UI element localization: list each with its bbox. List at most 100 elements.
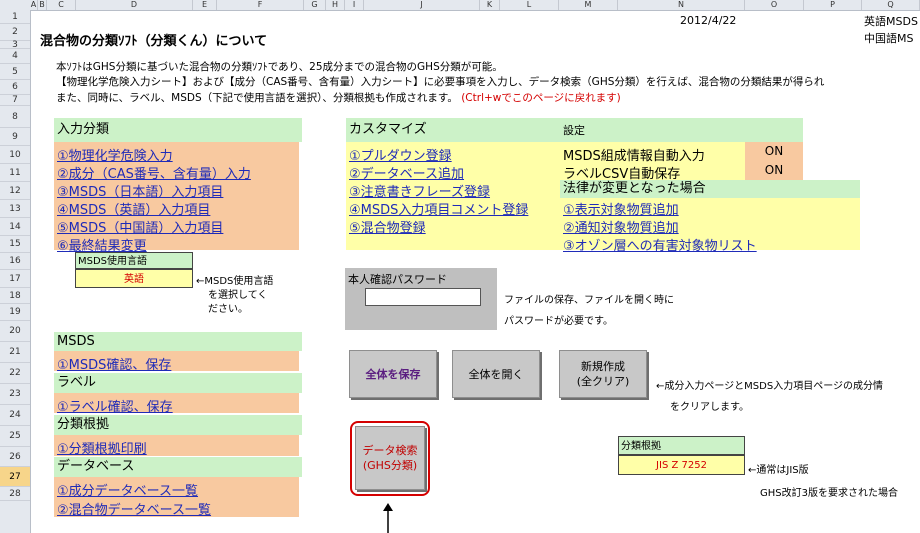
intro-line-1: 本ｿﾌﾄはGHS分類に基づいた混合物の分類ｿﾌﾄであり、25成分までの混合物のG… [56, 61, 503, 73]
data-search-line-2: (GHS分類) [362, 459, 418, 472]
link-component-input[interactable]: ②成分（CAS番号、含有量）入力 [57, 163, 251, 182]
link-mixture-register[interactable]: ⑤混合物登録 [349, 217, 426, 236]
password-label: 本人確認パスワード [348, 273, 447, 286]
settings-title-cell: 設定 [560, 118, 803, 142]
msds-section-title: MSDS [54, 332, 302, 351]
new-clear-note-2: をクリアします。 [670, 402, 749, 413]
row-header[interactable]: 22 [0, 363, 30, 384]
column-header[interactable]: J [364, 0, 480, 10]
link-component-db-list[interactable]: ①成分データベース一覧 [57, 480, 198, 499]
link-pulldown-register[interactable]: ①プルダウン登録 [349, 145, 452, 164]
row-header[interactable]: 8 [0, 106, 30, 128]
link-mixture-db-list[interactable]: ②混合物データベース一覧 [57, 499, 211, 518]
open-all-button[interactable]: 全体を開く [452, 350, 540, 398]
law-change-title: 法律が変更となった場合 [560, 180, 860, 198]
intro-line-2: 【物理化学危険入力シート】および【成分（CAS番号、含有量）入力シート】に必要事… [56, 76, 825, 88]
column-header[interactable]: D [76, 0, 193, 10]
row-header[interactable]: 27 [0, 467, 30, 487]
column-header[interactable]: L [500, 0, 559, 10]
link-msds-en-input[interactable]: ④MSDS（英語）入力項目 [57, 199, 210, 218]
basis-section-title: 分類根拠 [54, 415, 302, 435]
link-msds-confirm-save[interactable]: ①MSDS確認、保存 [57, 354, 171, 373]
row-header[interactable]: 10 [0, 146, 30, 164]
row-header[interactable]: 18 [0, 288, 30, 304]
page-title: 混合物の分類ｿﾌﾄ（分類くん）について [40, 34, 268, 49]
row-header[interactable]: 13 [0, 200, 30, 218]
column-header[interactable]: O [745, 0, 804, 10]
column-header[interactable]: M [559, 0, 618, 10]
link-physchem-input[interactable]: ①物理化学危険入力 [57, 145, 173, 164]
save-all-button[interactable]: 全体を保存 [349, 350, 437, 398]
new-clear-line-1: 新規作成 [581, 360, 625, 373]
password-panel: 本人確認パスワード [345, 268, 497, 330]
link-notify-target-add[interactable]: ②通知対象物質追加 [563, 217, 679, 236]
row-header[interactable]: 6 [0, 80, 30, 95]
row-header[interactable]: 4 [0, 49, 30, 64]
msds-language-select[interactable]: 英語 [75, 269, 193, 288]
data-search-button[interactable]: データ検索 (GHS分類) [355, 426, 425, 490]
row-header[interactable]: 26 [0, 447, 30, 467]
row-header[interactable]: 5 [0, 64, 30, 80]
column-header[interactable]: H [326, 0, 345, 10]
column-header[interactable]: Q [862, 0, 920, 10]
column-header[interactable]: K [480, 0, 500, 10]
setting-msds-composition-auto: MSDS組成情報自動入力 [563, 149, 705, 164]
column-header[interactable]: N [618, 0, 745, 10]
column-header[interactable]: C [47, 0, 76, 10]
new-clear-button[interactable]: 新規作成 (全クリア) [559, 350, 647, 398]
column-header[interactable]: F [217, 0, 304, 10]
column-header[interactable]: B [38, 0, 47, 10]
msds-language-note-2: を選択してく [208, 290, 268, 301]
basis-note-2: GHS改訂3版を要求された場合 [760, 488, 898, 499]
link-basis-print[interactable]: ①分類根拠印刷 [57, 438, 147, 457]
customize-section-title: カスタマイズ [346, 118, 563, 142]
row-header[interactable]: 12 [0, 182, 30, 200]
row-header[interactable]: 23 [0, 384, 30, 405]
link-msds-comment-register[interactable]: ④MSDS入力項目コメント登録 [349, 199, 528, 218]
row-header[interactable]: 16 [0, 253, 30, 270]
row-header[interactable]: 3 [0, 41, 30, 50]
new-clear-line-2: (全クリア) [576, 375, 630, 388]
intro-line-3: また、同時に、ラベル、MSDS（下記で使用言語を選択）、分類根拠も作成されます。… [56, 90, 621, 105]
row-header[interactable]: 20 [0, 321, 30, 342]
row-header[interactable]: 7 [0, 95, 30, 106]
column-header[interactable]: P [804, 0, 862, 10]
lang-en-cell: 英語MSDS [864, 15, 918, 28]
row-header[interactable]: 15 [0, 236, 30, 253]
row-header[interactable]: 1 [0, 10, 30, 24]
column-header[interactable]: I [345, 0, 364, 10]
link-ozone-list[interactable]: ③オゾン層への有害対象物リスト [563, 235, 757, 254]
setting-msds-composition-toggle[interactable]: ON [745, 142, 803, 161]
link-display-target-add[interactable]: ①表示対象物質追加 [563, 199, 679, 218]
msds-language-note-3: ださい。 [208, 304, 248, 315]
row-header[interactable]: 2 [0, 24, 30, 41]
column-header[interactable]: A [30, 0, 38, 10]
row-header[interactable]: 28 [0, 487, 30, 501]
row-header[interactable]: 25 [0, 426, 30, 447]
column-header[interactable]: G [304, 0, 326, 10]
basis-note-1: ←通常はJIS版 [748, 465, 809, 476]
row-header[interactable]: 11 [0, 164, 30, 182]
link-caution-phrase-register[interactable]: ③注意書きフレーズ登録 [349, 181, 490, 200]
lang-cn-cell: 中国語MS [864, 32, 914, 45]
row-header[interactable]: 14 [0, 218, 30, 236]
password-input[interactable] [365, 288, 481, 306]
data-search-line-1: データ検索 [362, 444, 418, 457]
column-header[interactable]: E [193, 0, 217, 10]
database-section-title: データベース [54, 457, 302, 477]
shortcut-hint: (Ctrl+wでこのページに戻れます) [461, 92, 621, 104]
setting-label-csv-toggle[interactable]: ON [745, 161, 803, 180]
link-msds-ja-input[interactable]: ③MSDS（日本語）入力項目 [57, 181, 223, 200]
date-cell: 2012/4/22 [680, 14, 737, 27]
link-database-add[interactable]: ②データベース追加 [349, 163, 464, 182]
row-header[interactable]: 24 [0, 405, 30, 426]
row-header[interactable]: 9 [0, 128, 30, 146]
row-header[interactable]: 21 [0, 342, 30, 363]
link-msds-cn-input[interactable]: ⑤MSDS（中国語）入力項目 [57, 217, 223, 236]
msds-language-label: MSDS使用言語 [75, 252, 193, 269]
row-header[interactable]: 17 [0, 270, 30, 288]
row-header[interactable]: 19 [0, 304, 30, 321]
row-header-bar: 1 2 3 4 5 6 7 8 9 10 11 12 13 14 15 16 17 18 19 20 21 22 23 24 2… [0, 10, 31, 533]
basis-select[interactable]: JIS Z 7252 [618, 455, 745, 475]
link-label-confirm-save[interactable]: ①ラベル確認、保存 [57, 396, 173, 415]
